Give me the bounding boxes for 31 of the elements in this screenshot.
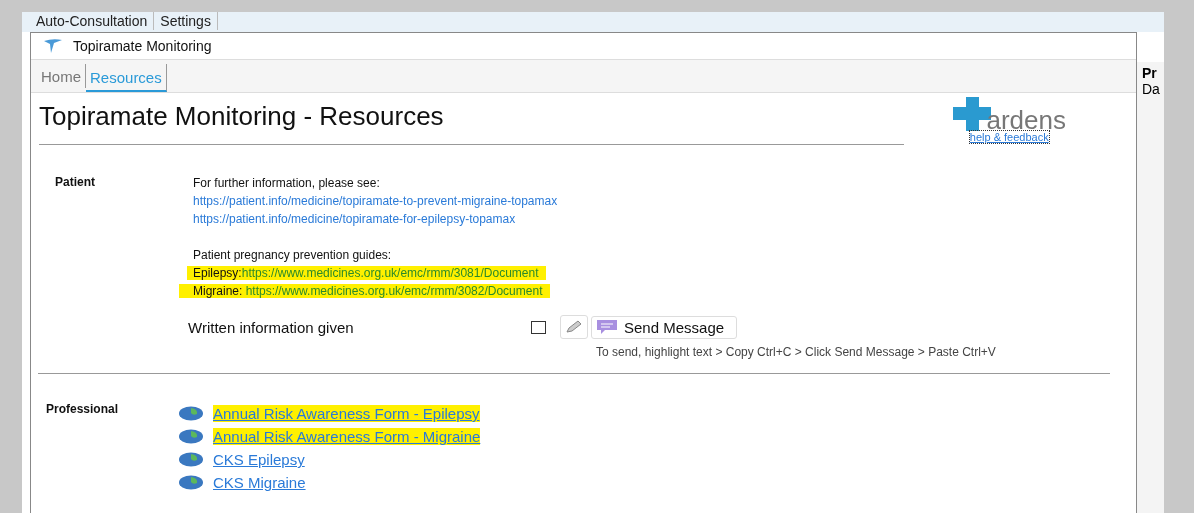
globe-icon [178,475,204,490]
edit-button[interactable] [560,315,588,339]
checkbox[interactable] [531,320,546,334]
globe-icon [178,406,204,421]
link[interactable]: https://patient.info/medicine/topiramate-for-epilepsy-topamax [193,212,516,226]
hint-text: To send, highlight text > Copy Ctrl+C > Click Send Message > Paste Ctrl+V [596,345,997,359]
bird-icon [43,38,63,54]
section-label: Professional [46,402,120,418]
send-message-button[interactable]: Send Message [591,315,738,339]
tab[interactable]: Home [37,64,86,88]
info-text: Patient pregnancy prevention guides: [193,248,392,262]
globe-icon [178,452,204,467]
link[interactable]: https://patient.info/medicine/topiramate-to-prevent-migraine-topamax [193,194,558,208]
field-label: Written information given [188,318,355,336]
pencil-icon [565,320,583,334]
panel-text: Da [1142,81,1158,97]
info-text: For further information, please see: [193,176,380,190]
resource-link[interactable]: Annual Risk Awareness Form - Epilepsy [213,405,480,422]
panel-heading: Pr [1142,65,1158,81]
resource-link[interactable]: Annual Risk Awareness Form - Migraine [213,428,481,445]
resource-link[interactable]: CKS Epilepsy [213,451,305,468]
window-title: Topiramate Monitoring [73,38,212,54]
background-tab[interactable]: Auto-Consultation [30,12,155,30]
background-tab[interactable]: Settings [154,12,218,30]
tab[interactable]: Resources [86,64,167,92]
message-icon [596,319,618,335]
page-title: Topiramate Monitoring - Resources [39,101,904,145]
globe-icon [178,429,204,444]
resource-link[interactable]: CKS Migraine [213,474,306,491]
help-link[interactable]: help & feedback [969,131,1049,143]
logo-wordmark: ardens [986,109,1066,131]
